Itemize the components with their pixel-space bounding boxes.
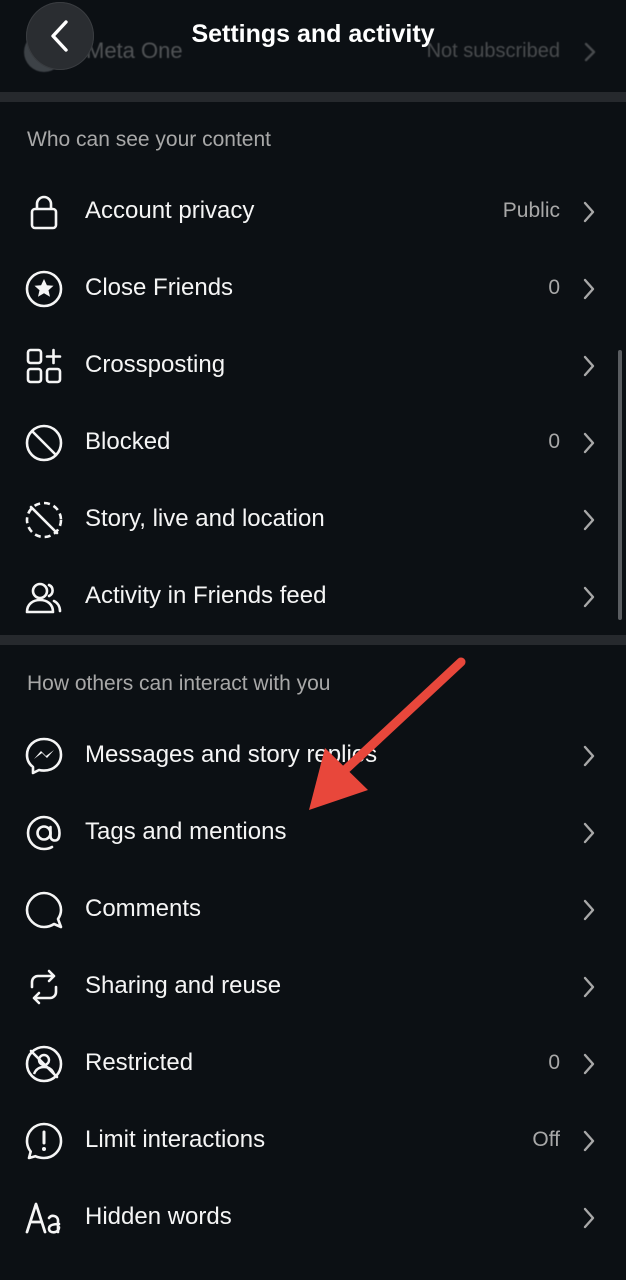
row-value: 0 (548, 430, 560, 453)
section-header-interactions: How others can interact with you (27, 672, 331, 695)
chevron-right-icon (583, 355, 595, 377)
chevron-right-icon (583, 1053, 595, 1075)
row-label: Limit interactions (85, 1126, 266, 1153)
lock-icon (24, 192, 64, 232)
comments-row[interactable]: Comments (0, 871, 626, 948)
restricted-icon (24, 1044, 64, 1084)
top-bar: Meta One Not subscribed Settings and act… (0, 0, 626, 92)
row-label: Story, live and location (85, 505, 325, 532)
back-button[interactable] (26, 2, 94, 70)
restricted-row[interactable]: Restricted 0 (0, 1025, 626, 1102)
grid-plus-icon (24, 346, 64, 386)
row-label: Activity in Friends feed (85, 582, 327, 609)
friends-icon (24, 577, 64, 617)
alert-circle-icon (24, 1121, 64, 1161)
sharing-reuse-row[interactable]: Sharing and reuse (0, 948, 626, 1025)
section-divider (0, 92, 626, 102)
row-value: 0 (548, 276, 560, 299)
hidden-words-row[interactable]: Hidden words (0, 1179, 626, 1256)
chevron-right-icon (583, 899, 595, 921)
tags-mentions-row[interactable]: Tags and mentions (0, 794, 626, 871)
account-privacy-row[interactable]: Account privacy Public (0, 173, 626, 250)
row-label: Account privacy (85, 197, 255, 224)
star-circle-icon (24, 269, 64, 309)
chevron-left-icon (51, 20, 68, 52)
section-divider (0, 635, 626, 645)
comment-icon (24, 890, 64, 930)
row-label: Close Friends (85, 274, 234, 301)
blocked-row[interactable]: Blocked 0 (0, 404, 626, 481)
story-hide-icon (24, 500, 64, 540)
limit-interactions-row[interactable]: Limit interactions Off (0, 1102, 626, 1179)
messages-story-replies-row[interactable]: Messages and story replies (0, 717, 626, 794)
chevron-right-icon (583, 509, 595, 531)
story-live-location-row[interactable]: Story, live and location (0, 481, 626, 558)
chevron-right-icon (583, 745, 595, 767)
messenger-icon (24, 736, 64, 776)
at-icon (24, 813, 64, 853)
row-label: Sharing and reuse (85, 972, 282, 999)
close-friends-row[interactable]: Close Friends 0 (0, 250, 626, 327)
row-value: 0 (548, 1051, 560, 1074)
row-label: Comments (85, 895, 202, 922)
repost-icon (24, 967, 64, 1007)
row-value: Off (532, 1128, 560, 1151)
scrollbar[interactable] (618, 350, 622, 620)
row-label: Hidden words (85, 1203, 232, 1230)
row-label: Tags and mentions (85, 818, 287, 845)
chevron-right-icon (583, 822, 595, 844)
chevron-right-icon (583, 1130, 595, 1152)
chevron-right-icon (583, 976, 595, 998)
row-label: Blocked (85, 428, 171, 455)
chevron-right-icon (583, 586, 595, 608)
row-label: Messages and story replies (85, 741, 378, 768)
activity-friends-feed-row[interactable]: Activity in Friends feed (0, 558, 626, 635)
row-label: Restricted (85, 1049, 194, 1076)
blocked-icon (24, 423, 64, 463)
crossposting-row[interactable]: Crossposting (0, 327, 626, 404)
row-value: Public (502, 199, 560, 222)
chevron-right-icon (583, 201, 595, 223)
section-header-content-visibility: Who can see your content (27, 128, 271, 151)
chevron-right-icon (583, 432, 595, 454)
text-aa-icon (24, 1198, 64, 1238)
chevron-right-icon (583, 1207, 595, 1229)
chevron-right-icon (583, 278, 595, 300)
row-label: Crossposting (85, 351, 226, 378)
